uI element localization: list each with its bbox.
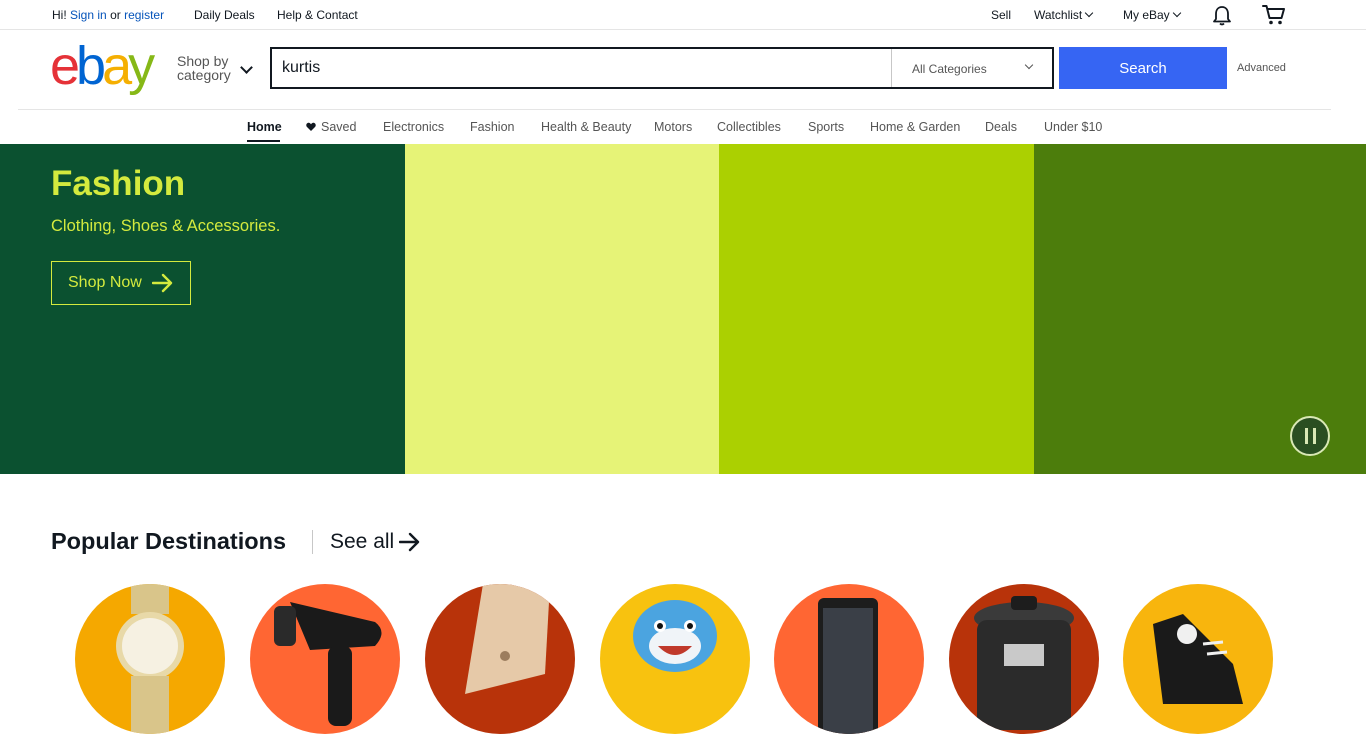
search-bar: All Categories: [270, 47, 1054, 89]
watch-icon: [116, 584, 184, 734]
hero-panel: [405, 144, 719, 474]
hero-panel: [719, 144, 1034, 474]
destination-toys[interactable]: [600, 584, 750, 734]
nav-health-beauty[interactable]: Health & Beauty: [541, 120, 631, 134]
top-utility-bar: Hi! Sign in or register Daily Deals Help…: [0, 0, 1366, 30]
destination-sneakers[interactable]: [1123, 584, 1273, 734]
destination-watches[interactable]: [75, 584, 225, 734]
logo-letter-a: a: [102, 36, 132, 96]
hair-dryer-icon: [274, 602, 382, 726]
sell-link[interactable]: Sell: [991, 8, 1011, 22]
pause-icon: [1313, 428, 1316, 444]
my-ebay-label: My eBay: [1123, 8, 1170, 22]
chevron-down-icon: [1084, 8, 1094, 18]
category-nav: Home Saved Electronics Fashion Health & …: [0, 110, 1366, 144]
destination-kitchen[interactable]: [949, 584, 1099, 734]
hero-subtitle: Clothing, Shoes & Accessories.: [51, 217, 281, 235]
laptop-icon: [465, 584, 550, 694]
greeting: Hi! Sign in or register: [52, 8, 164, 22]
hero-title: Fashion: [51, 164, 186, 203]
nav-electronics[interactable]: Electronics: [383, 120, 444, 134]
chevron-down-icon: [1024, 60, 1034, 70]
shop-now-label: Shop Now: [68, 274, 142, 291]
arrow-right-icon: [399, 532, 420, 552]
logo-letter-e: e: [50, 36, 80, 96]
pressure-cooker-icon: [974, 596, 1074, 730]
register-link[interactable]: register: [124, 8, 164, 22]
shop-by-category-button[interactable]: Shop by category: [177, 54, 257, 82]
hero-banner[interactable]: Fashion Clothing, Shoes & Accessories. S…: [0, 144, 1366, 474]
logo-letter-y: y: [128, 36, 155, 96]
search-input[interactable]: [272, 49, 891, 87]
nav-fashion[interactable]: Fashion: [470, 120, 514, 134]
pause-carousel-button[interactable]: [1290, 416, 1330, 456]
cart-icon[interactable]: [1262, 4, 1286, 26]
destination-laptops[interactable]: [425, 584, 575, 734]
phone-icon: [818, 598, 878, 734]
my-ebay-menu[interactable]: My eBay: [1123, 8, 1181, 22]
advanced-search-link[interactable]: Advanced: [1237, 62, 1286, 74]
nav-sports[interactable]: Sports: [808, 120, 844, 134]
category-select[interactable]: All Categories: [891, 49, 1052, 87]
chevron-down-icon: [1172, 8, 1181, 18]
nav-under-10[interactable]: Under $10: [1044, 120, 1102, 134]
destination-hair-care[interactable]: [250, 584, 400, 734]
search-button[interactable]: Search: [1059, 47, 1227, 89]
see-all-link[interactable]: See all: [330, 530, 420, 554]
see-all-label: See all: [330, 530, 395, 553]
nav-saved-label: Saved: [321, 120, 357, 134]
toy-shark-icon: [633, 600, 717, 672]
pause-icon: [1305, 428, 1308, 444]
nav-collectibles[interactable]: Collectibles: [717, 120, 781, 134]
sign-in-link[interactable]: Sign in: [70, 8, 107, 22]
nav-home-garden[interactable]: Home & Garden: [870, 120, 960, 134]
arrow-right-icon: [152, 273, 173, 293]
daily-deals-link[interactable]: Daily Deals: [194, 8, 255, 22]
ebay-logo[interactable]: ebay: [50, 39, 170, 93]
destination-cell-phones[interactable]: [774, 584, 924, 734]
greeting-or: or: [110, 8, 121, 22]
greeting-hi: Hi!: [52, 8, 67, 22]
shop-now-button[interactable]: Shop Now: [51, 261, 191, 305]
watchlist-label: Watchlist: [1034, 8, 1083, 22]
heading-divider: [312, 530, 313, 554]
nav-motors[interactable]: Motors: [654, 120, 692, 134]
logo-letter-b: b: [76, 36, 106, 96]
nav-home[interactable]: Home: [247, 120, 282, 134]
popular-destinations-heading: Popular Destinations: [51, 528, 287, 554]
watchlist-menu[interactable]: Watchlist: [1034, 8, 1094, 22]
active-tab-indicator: [247, 140, 280, 142]
nav-saved[interactable]: Saved: [306, 120, 356, 134]
nav-deals[interactable]: Deals: [985, 120, 1017, 134]
category-select-value: All Categories: [912, 62, 987, 76]
help-contact-link[interactable]: Help & Contact: [277, 8, 358, 22]
sneaker-icon: [1153, 614, 1243, 704]
bell-icon[interactable]: [1212, 5, 1232, 26]
heart-icon: [306, 122, 316, 131]
